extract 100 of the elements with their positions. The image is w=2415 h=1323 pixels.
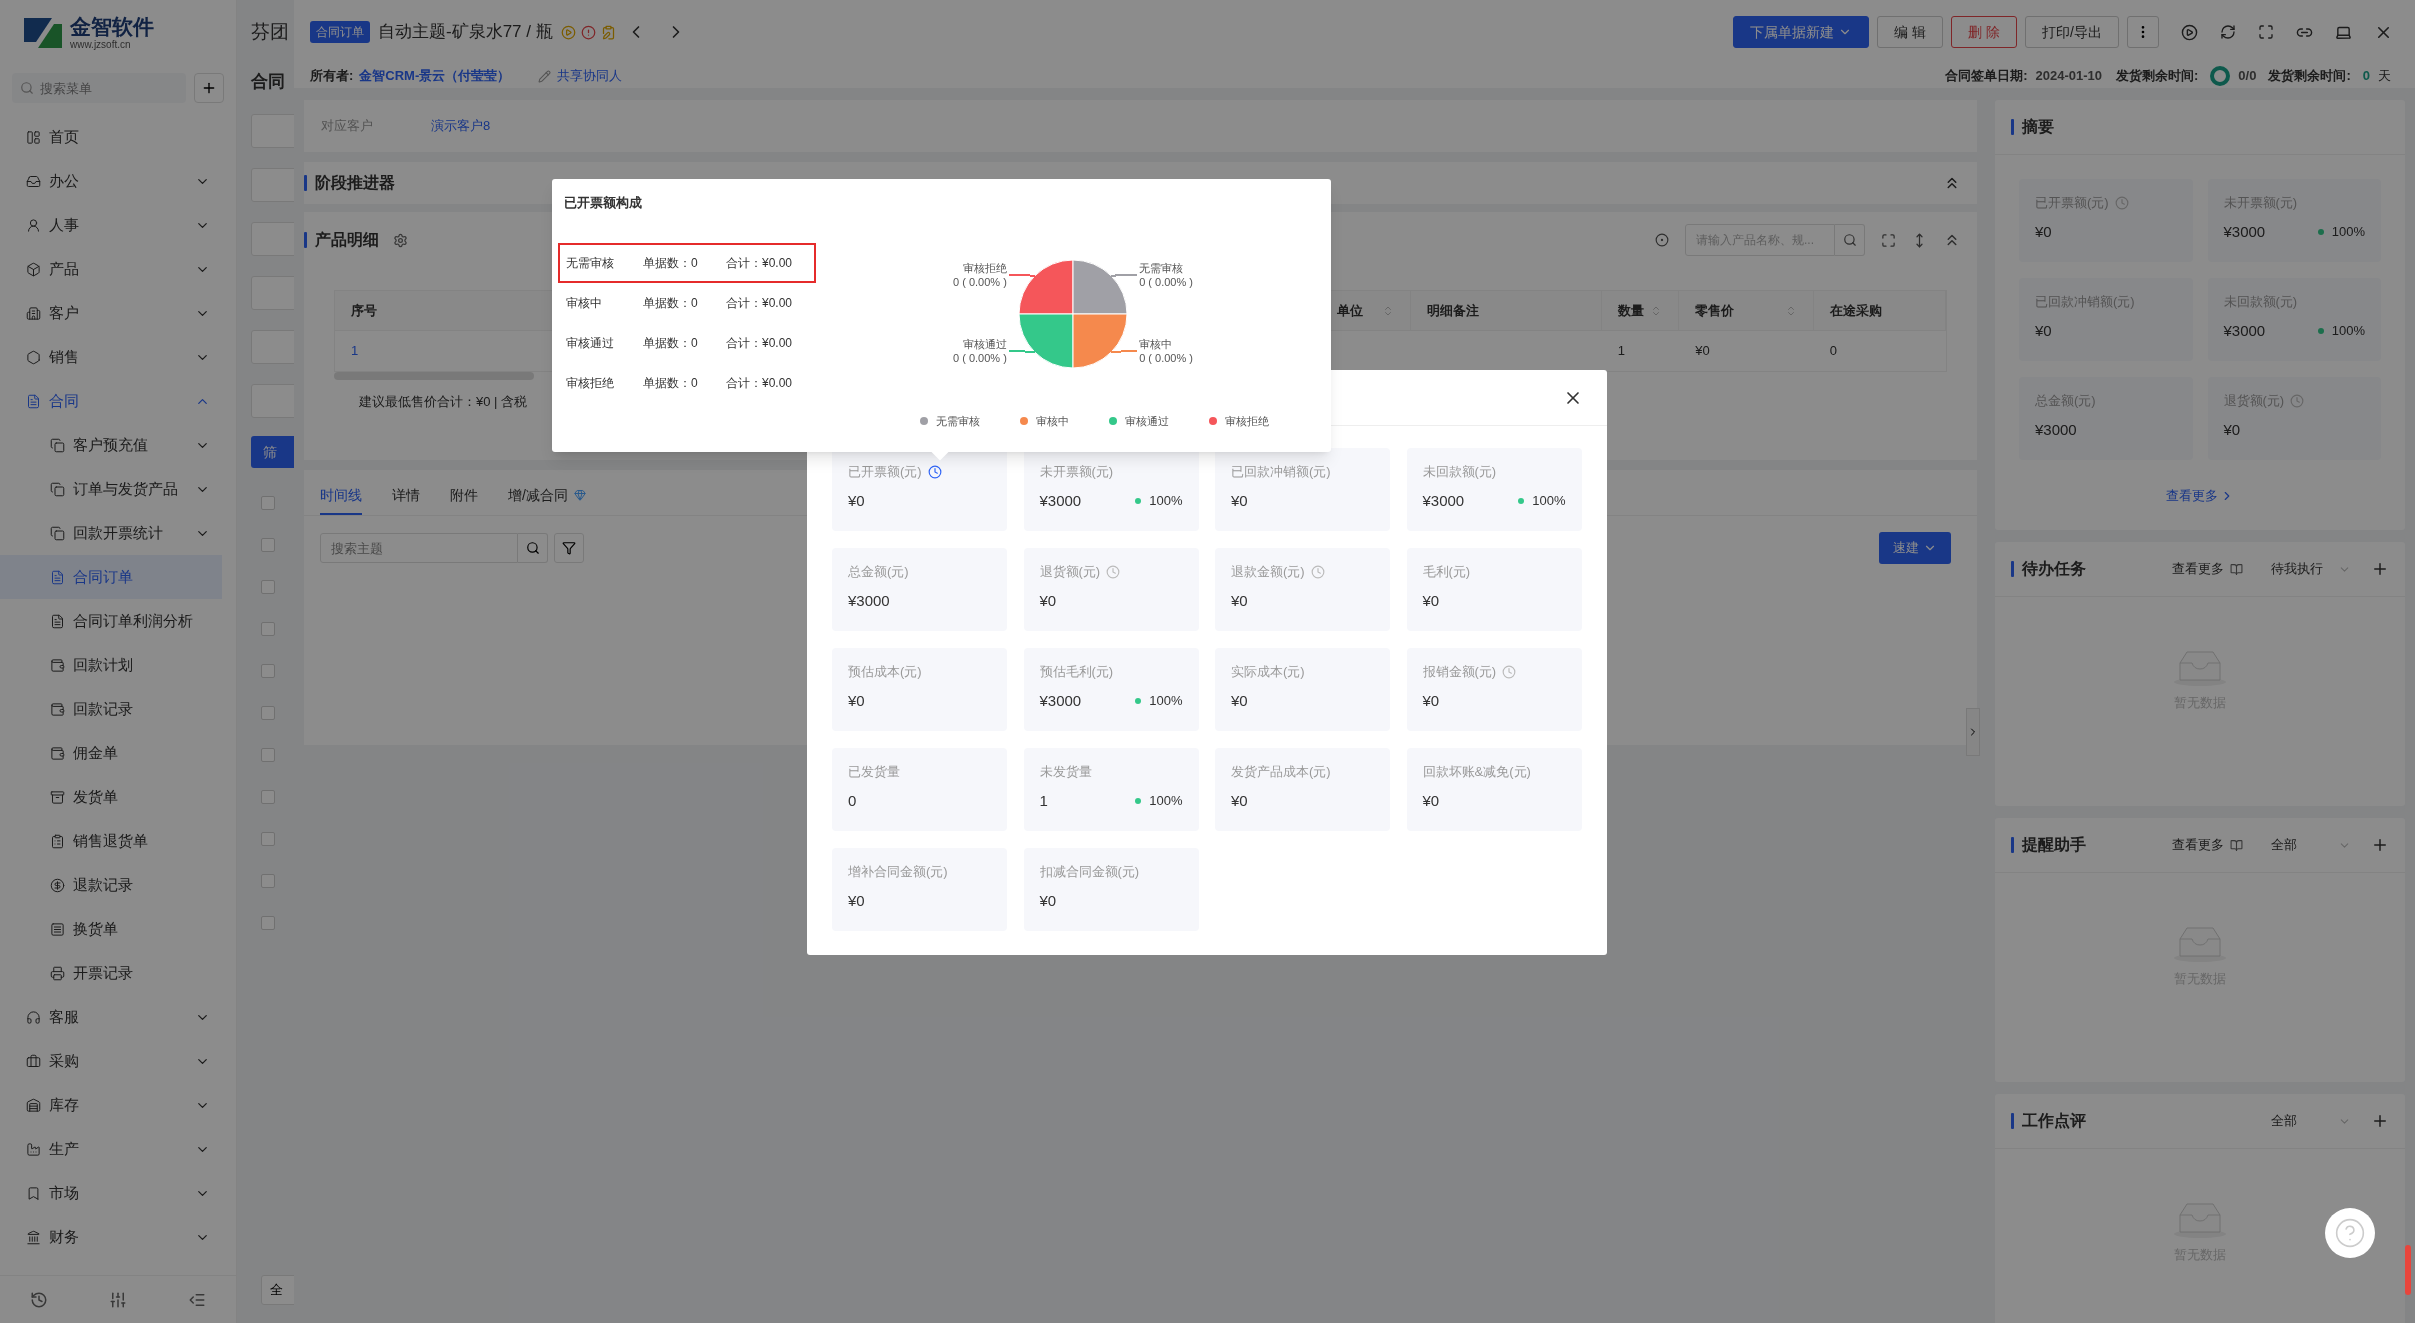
- quick-create-button[interactable]: 速建: [1879, 532, 1951, 564]
- view-more-link[interactable]: 查看更多: [2172, 559, 2224, 579]
- header-button[interactable]: 下属单据新建: [1733, 16, 1870, 48]
- stat-value: ¥0: [2223, 419, 2241, 440]
- view-more-link[interactable]: 查看更多: [2172, 835, 2224, 855]
- stat-label: 已回款冲销额(元): [1231, 463, 1331, 481]
- menu-item[interactable]: 首页: [0, 115, 223, 159]
- menu-item[interactable]: 退款记录: [0, 863, 223, 907]
- section-title: 阶段推进器: [315, 173, 395, 193]
- checkbox[interactable]: [261, 496, 276, 510]
- plus-icon[interactable]: [2371, 836, 2389, 854]
- menu-item[interactable]: 换货单: [0, 907, 223, 951]
- stat-value: 0: [848, 790, 857, 811]
- menu-item[interactable]: 产品: [0, 247, 223, 291]
- bookmark-icon: [26, 1185, 41, 1201]
- filter-button[interactable]: 筛: [251, 436, 294, 468]
- settings-icon[interactable]: [393, 232, 408, 248]
- plus-icon[interactable]: [2371, 1112, 2389, 1130]
- table-cell-text: 1: [351, 342, 359, 361]
- fullscreen-icon[interactable]: [2258, 24, 2274, 40]
- search-icon: [20, 81, 34, 95]
- owner-link[interactable]: 金智CRM-景云（付莹莹）: [359, 66, 511, 86]
- checkbox[interactable]: [261, 916, 276, 930]
- search-button[interactable]: [1835, 224, 1865, 256]
- accent-bar: [2011, 561, 2014, 577]
- menu-item[interactable]: 客户: [0, 291, 223, 335]
- filter-select[interactable]: 全部: [2271, 835, 2351, 855]
- book-icon[interactable]: [2230, 562, 2243, 576]
- stat-value: ¥0: [1422, 790, 1440, 811]
- tab[interactable]: 时间线: [320, 477, 362, 515]
- menu-item[interactable]: 客服: [0, 995, 223, 1039]
- plus-icon[interactable]: [2371, 560, 2389, 578]
- menu-item[interactable]: 开票记录: [0, 951, 223, 995]
- filter-select[interactable]: 待我执行: [2271, 559, 2351, 579]
- menu-item[interactable]: 采购: [0, 1039, 223, 1083]
- menu-item[interactable]: 生产: [0, 1127, 223, 1171]
- header-button[interactable]: 打印/导出: [2025, 16, 2119, 48]
- checkbox[interactable]: [261, 874, 276, 888]
- header-button[interactable]: 编 辑: [1877, 16, 1944, 48]
- share-link[interactable]: 共享协同人: [557, 66, 623, 86]
- search-button[interactable]: [518, 533, 548, 563]
- panel-toggle[interactable]: [1966, 708, 1980, 756]
- alert-icon[interactable]: [580, 24, 596, 40]
- checkbox[interactable]: [261, 748, 276, 762]
- menu-item[interactable]: 回款记录: [0, 687, 223, 731]
- sliders-icon[interactable]: [109, 1290, 128, 1309]
- status-row[interactable]: 审核拒绝 单据数：0 合计：¥0.00: [558, 362, 816, 403]
- menu-item[interactable]: 办公: [0, 159, 223, 203]
- menu-item[interactable]: 回款开票统计: [0, 511, 223, 555]
- checkbox[interactable]: [261, 664, 276, 678]
- menu-item[interactable]: 客户预充值: [0, 423, 223, 467]
- topic-search-field[interactable]: 搜索主题: [320, 533, 518, 563]
- stat-value: ¥0: [1231, 790, 1248, 811]
- refresh-icon[interactable]: [2220, 24, 2236, 40]
- stat-value: ¥0: [1039, 890, 1057, 911]
- book-icon[interactable]: [2230, 838, 2243, 852]
- clipboard-icon[interactable]: [600, 24, 616, 40]
- menu-item[interactable]: 佣金单: [0, 731, 223, 775]
- menu-item[interactable]: 销售: [0, 335, 223, 379]
- stat-label: 回款坏账&减免(元): [1422, 763, 1531, 781]
- menu-item[interactable]: 订单与发货产品: [0, 467, 223, 511]
- checkbox[interactable]: [261, 538, 276, 552]
- menu-item[interactable]: 销售退货单: [0, 819, 223, 863]
- checkbox[interactable]: [261, 790, 276, 804]
- play-icon[interactable]: [2181, 23, 2198, 41]
- tab[interactable]: 详情: [392, 477, 420, 515]
- checkbox[interactable]: [261, 706, 276, 720]
- more-button[interactable]: [2127, 16, 2159, 48]
- menu-item[interactable]: 人事: [0, 203, 223, 247]
- checkbox[interactable]: [261, 580, 276, 594]
- menu-item[interactable]: 财务: [0, 1215, 223, 1259]
- status-row[interactable]: 无需审核 单据数：0 合计：¥0.00: [558, 242, 816, 283]
- menu-item[interactable]: 库存: [0, 1083, 223, 1127]
- stat-label: 增补合同金额(元): [848, 863, 948, 881]
- checkbox[interactable]: [261, 832, 276, 846]
- customer-link[interactable]: 演示客户8: [431, 116, 491, 136]
- filter-select[interactable]: 全部: [2271, 1111, 2351, 1131]
- tab[interactable]: 附件: [450, 477, 478, 515]
- tab[interactable]: 增/减合同: [508, 477, 586, 515]
- clock-icon[interactable]: [927, 464, 942, 479]
- stat-value: ¥0: [848, 890, 865, 911]
- filter-button[interactable]: [554, 533, 584, 563]
- menu-item[interactable]: 合同: [0, 379, 223, 423]
- checkbox[interactable]: [261, 622, 276, 636]
- column-header: 在途采购: [1813, 291, 1946, 330]
- header-button[interactable]: 删 除: [1951, 16, 2018, 48]
- user-icon: [26, 217, 41, 233]
- menu-item[interactable]: 发货单: [0, 775, 223, 819]
- menu-item[interactable]: 合同订单利润分析: [0, 599, 223, 643]
- copy-icon: [50, 525, 65, 541]
- fullscreen-icon[interactable]: [1881, 232, 1896, 248]
- view-more-link[interactable]: 查看更多: [2166, 486, 2234, 506]
- menu-item[interactable]: 回款计划: [0, 643, 223, 687]
- target-icon[interactable]: [1655, 233, 1669, 247]
- menu-item[interactable]: 市场: [0, 1171, 223, 1215]
- logo-name: 金智软件: [70, 16, 154, 37]
- menu-search-field[interactable]: 搜索菜单: [12, 73, 187, 103]
- history-icon[interactable]: [30, 1290, 49, 1309]
- add-button[interactable]: [194, 73, 225, 103]
- menu-item[interactable]: 合同订单: [0, 555, 223, 599]
